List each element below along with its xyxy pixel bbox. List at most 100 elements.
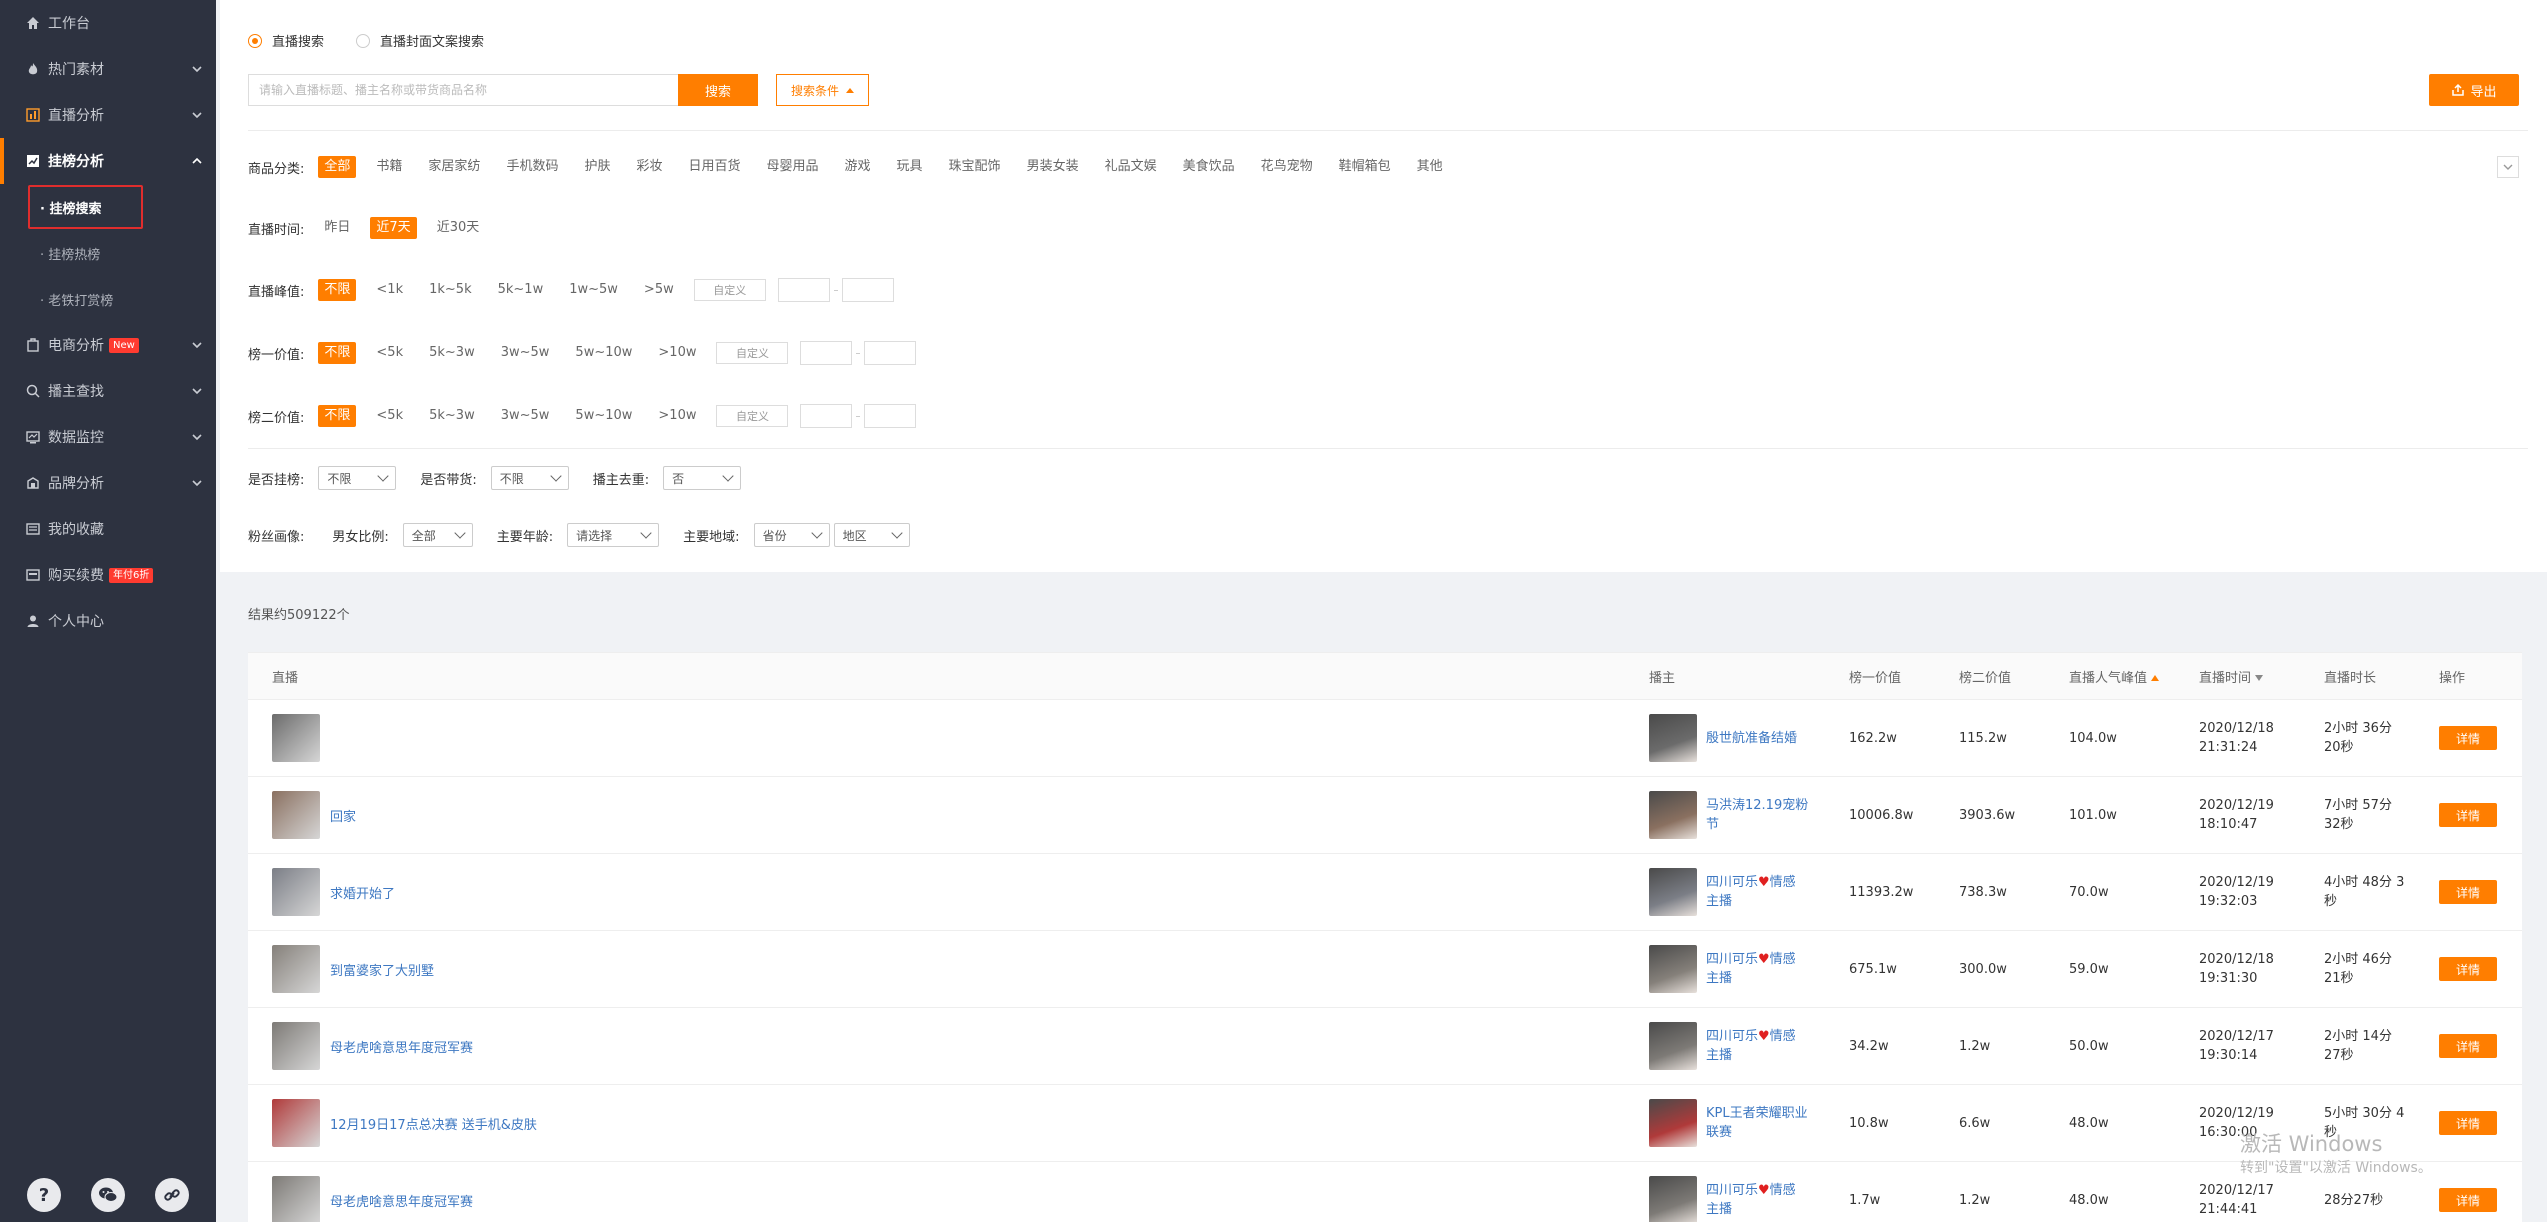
header-rank2[interactable]: 榜二价值 <box>1959 667 2069 686</box>
anchor-name-link[interactable]: 四川可乐♥情感 主播 <box>1706 1181 1824 1219</box>
detail-button[interactable]: 详情 <box>2439 957 2497 981</box>
wechat-button[interactable] <box>91 1178 125 1212</box>
live-title-link[interactable]: 求婚开始了 <box>330 883 395 902</box>
help-button[interactable]: ? <box>27 1178 61 1212</box>
detail-button[interactable]: 详情 <box>2439 1111 2497 1135</box>
sidebar-item-favorites[interactable]: 我的收藏 <box>0 506 216 552</box>
radio-live-search-label[interactable]: 直播搜索 <box>272 31 324 50</box>
radio-cover-search-label[interactable]: 直播封面文案搜索 <box>380 31 484 50</box>
rank2-option[interactable]: <5k <box>370 405 409 427</box>
sidebar-subitem-rank-hot[interactable]: · 挂榜热榜 <box>0 230 216 276</box>
dedupe-select[interactable]: 否 <box>663 466 742 490</box>
anchor-name-link[interactable]: 马洪涛12.19宠粉节 <box>1706 796 1824 834</box>
radio-cover-search[interactable] <box>356 33 371 48</box>
category-option[interactable]: 全部 <box>318 156 357 178</box>
live-cover-thumbnail[interactable] <box>272 1022 320 1070</box>
header-rank1[interactable]: 榜一价值 <box>1849 667 1959 686</box>
live-cover-thumbnail[interactable] <box>272 791 320 839</box>
rank1-option[interactable]: 不限 <box>318 342 357 364</box>
avatar[interactable] <box>1649 1099 1697 1147</box>
category-option[interactable]: 鞋帽箱包 <box>1333 156 1397 178</box>
range-max-input[interactable] <box>864 404 917 428</box>
category-option[interactable]: 家居家纺 <box>422 156 486 178</box>
avatar[interactable] <box>1649 1022 1697 1070</box>
anchor-name-link[interactable]: 四川可乐♥情感 主播 <box>1706 950 1824 988</box>
search-button[interactable]: 搜索 <box>678 74 758 106</box>
category-option[interactable]: 其他 <box>1411 156 1449 178</box>
rank2-option[interactable]: 5k~3w <box>423 405 481 427</box>
sidebar-item-data-monitor[interactable]: 数据监控 <box>0 414 216 460</box>
time-option[interactable]: 近30天 <box>431 217 486 239</box>
category-option[interactable]: 男装女装 <box>1021 156 1085 178</box>
radio-live-search[interactable] <box>248 33 262 48</box>
header-time[interactable]: 直播时间 <box>2199 667 2324 686</box>
live-title-link[interactable]: 回家 <box>330 806 356 825</box>
peak-option[interactable]: 5k~1w <box>492 279 550 301</box>
link-button[interactable] <box>155 1178 189 1212</box>
sidebar-item-anchor-search[interactable]: 播主查找 <box>0 368 216 414</box>
rank2-option[interactable]: >10w <box>652 405 702 427</box>
search-input[interactable] <box>248 74 678 106</box>
custom-range-button[interactable]: 自定义 <box>716 405 789 427</box>
sidebar-item-brand-analysis[interactable]: 品牌分析 <box>0 460 216 506</box>
detail-button[interactable]: 详情 <box>2439 1034 2497 1058</box>
time-option[interactable]: 昨日 <box>318 217 356 239</box>
avatar[interactable] <box>1649 714 1697 762</box>
peak-option[interactable]: 1w~5w <box>563 279 624 301</box>
range-min-input[interactable] <box>800 404 853 428</box>
header-peak[interactable]: 直播人气峰值 <box>2069 667 2199 686</box>
category-option[interactable]: 护肤 <box>578 156 616 178</box>
sidebar-item-workbench[interactable]: 工作台 <box>0 0 216 46</box>
avatar[interactable] <box>1649 945 1697 993</box>
category-option[interactable]: 美食饮品 <box>1177 156 1241 178</box>
live-cover-thumbnail[interactable] <box>272 945 320 993</box>
range-max-input[interactable] <box>864 341 917 365</box>
rank1-option[interactable]: <5k <box>370 342 409 364</box>
city-select[interactable]: 地区 <box>833 523 910 547</box>
peak-option[interactable]: 不限 <box>318 279 357 301</box>
peak-option[interactable]: <1k <box>370 279 409 301</box>
export-button[interactable]: 导出 <box>2429 74 2519 106</box>
category-option[interactable]: 手机数码 <box>500 156 564 178</box>
range-min-input[interactable] <box>777 278 830 302</box>
category-option[interactable]: 花鸟宠物 <box>1255 156 1319 178</box>
rank2-option[interactable]: 不限 <box>318 405 357 427</box>
category-option[interactable]: 珠宝配饰 <box>943 156 1007 178</box>
sidebar-subitem-rank-search[interactable]: · 挂榜搜索 <box>0 184 216 230</box>
detail-button[interactable]: 详情 <box>2439 880 2497 904</box>
rank2-option[interactable]: 3w~5w <box>495 405 556 427</box>
time-option[interactable]: 近7天 <box>370 217 417 239</box>
anchor-name-link[interactable]: 殷世航准备结婚 <box>1706 729 1824 748</box>
rank2-option[interactable]: 5w~10w <box>569 405 638 427</box>
live-title-link[interactable]: 母老虎啥意思年度冠军赛 <box>330 1037 473 1056</box>
peak-option[interactable]: >5w <box>638 279 680 301</box>
live-cover-thumbnail[interactable] <box>272 1099 320 1147</box>
category-option[interactable]: 母婴用品 <box>761 156 825 178</box>
sidebar-item-ecommerce[interactable]: 电商分析 New <box>0 322 216 368</box>
peak-option[interactable]: 1k~5k <box>423 279 478 301</box>
custom-range-button[interactable]: 自定义 <box>693 279 766 301</box>
category-option[interactable]: 游戏 <box>839 156 877 178</box>
sidebar-subitem-tip-rank[interactable]: · 老铁打赏榜 <box>0 276 216 322</box>
hang-select[interactable]: 不限 <box>318 466 397 490</box>
expand-categories-button[interactable] <box>2497 156 2519 178</box>
sidebar-item-purchase[interactable]: 购买续费 年付6折 <box>0 552 216 598</box>
rank1-option[interactable]: 5k~3w <box>423 342 481 364</box>
province-select[interactable]: 省份 <box>753 523 830 547</box>
sidebar-item-rank-analysis[interactable]: 挂榜分析 <box>0 138 216 184</box>
sidebar-item-live-analysis[interactable]: 直播分析 <box>0 92 216 138</box>
category-option[interactable]: 书籍 <box>370 156 408 178</box>
anchor-name-link[interactable]: KPL王者荣耀职业 联赛 <box>1706 1104 1824 1142</box>
rank1-option[interactable]: 3w~5w <box>495 342 556 364</box>
live-cover-thumbnail[interactable] <box>272 714 320 762</box>
avatar[interactable] <box>1649 791 1697 839</box>
live-title-link[interactable]: 母老虎啥意思年度冠军赛 <box>330 1191 473 1210</box>
detail-button[interactable]: 详情 <box>2439 726 2497 750</box>
goods-select[interactable]: 不限 <box>490 466 569 490</box>
rank1-option[interactable]: >10w <box>652 342 702 364</box>
category-option[interactable]: 玩具 <box>891 156 929 178</box>
detail-button[interactable]: 详情 <box>2439 1188 2497 1212</box>
sidebar-item-hot-material[interactable]: 热门素材 <box>0 46 216 92</box>
custom-range-button[interactable]: 自定义 <box>716 342 789 364</box>
sidebar-item-profile[interactable]: 个人中心 <box>0 598 216 644</box>
